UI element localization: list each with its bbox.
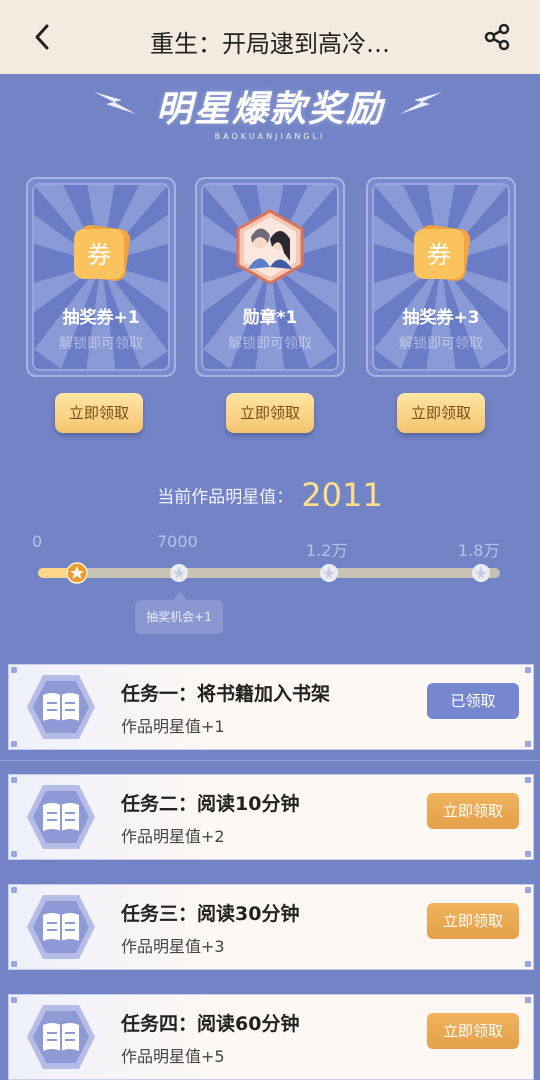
progress-tick: 1.8万 xyxy=(458,541,500,560)
claim-button-medal[interactable]: 立即领取 xyxy=(226,393,314,433)
task-claim-button[interactable]: 立即领取 xyxy=(427,903,519,939)
coupon-text: 券 xyxy=(87,241,111,269)
reward-hint: 解锁即可领取 xyxy=(399,336,483,352)
task-name: 任务四：阅读60分钟 xyxy=(121,1013,300,1035)
milestone-flower-icon xyxy=(170,564,188,582)
coupon-text: 券 xyxy=(427,241,451,269)
task-card: 任务二：阅读10分钟 作品明星值+2 立即领取 xyxy=(8,774,534,860)
task-reward: 作品明星值+2 xyxy=(121,827,225,846)
reward-card-medal: 勋章*1 解锁即可领取 xyxy=(195,177,345,377)
task-reward: 作品明星值+3 xyxy=(121,937,225,956)
lightning-right-icon xyxy=(400,92,442,114)
task-name: 任务三：阅读30分钟 xyxy=(121,903,300,925)
star-value-number: 2011 xyxy=(301,476,383,514)
page-title: 重生：开局逮到高冷… xyxy=(150,30,390,58)
coupon-icon: 券 xyxy=(74,225,131,281)
reward-hint: 解锁即可领取 xyxy=(228,336,312,352)
task-name: 任务一：将书籍加入书架 xyxy=(121,683,331,705)
coupon-icon: 券 xyxy=(414,225,471,281)
reward-card-coupon-1: 券 抽奖券+1 解锁即可领取 xyxy=(26,177,176,377)
milestone-flower-icon xyxy=(472,564,490,582)
divider xyxy=(0,760,540,761)
book-icon xyxy=(27,675,95,739)
top-bar: 重生：开局逮到高冷… xyxy=(0,0,540,74)
medal-icon xyxy=(236,209,304,285)
share-icon[interactable] xyxy=(482,22,512,52)
task-card: 任务三：阅读30分钟 作品明星值+3 立即领取 xyxy=(8,884,534,970)
task-card: 任务四：阅读60分钟 作品明星值+5 立即领取 xyxy=(8,994,534,1080)
book-icon xyxy=(27,895,95,959)
task-claim-button[interactable]: 立即领取 xyxy=(427,793,519,829)
claim-button-coupon-3[interactable]: 立即领取 xyxy=(397,393,485,433)
book-icon xyxy=(27,785,95,849)
reward-label: 勋章*1 xyxy=(242,308,298,328)
reward-hint: 解锁即可领取 xyxy=(59,336,143,352)
reward-label: 抽奖券+3 xyxy=(402,308,480,328)
reward-banner: 明星爆款奖励 BAOKUANJIANGLI xyxy=(0,74,540,164)
reward-label: 抽奖券+1 xyxy=(62,308,140,328)
milestone-flower-icon xyxy=(320,564,338,582)
star-value: 当前作品明星值： 2011 xyxy=(0,476,540,514)
task-claim-button[interactable]: 立即领取 xyxy=(427,1013,519,1049)
progress-tick: 0 xyxy=(32,532,43,551)
banner-title: 明星爆款奖励 xyxy=(155,89,384,130)
task-name: 任务二：阅读10分钟 xyxy=(121,793,300,815)
task-card: 任务一：将书籍加入书架 作品明星值+1 已领取 xyxy=(8,664,534,750)
claim-button-coupon-1[interactable]: 立即领取 xyxy=(55,393,143,433)
task-reward: 作品明星值+1 xyxy=(121,717,225,736)
progress-tick: 1.2万 xyxy=(306,541,348,560)
task-reward: 作品明星值+5 xyxy=(121,1047,225,1066)
banner-subtitle: BAOKUANJIANGLI xyxy=(214,132,326,141)
milestone-tooltip: 抽奖机会+1 xyxy=(135,592,223,634)
progress-tick: 7000 xyxy=(157,532,198,551)
progress-track xyxy=(38,568,500,578)
current-star-icon xyxy=(66,562,88,584)
star-value-label: 当前作品明星值： xyxy=(157,487,294,508)
book-icon xyxy=(27,1005,95,1069)
task-claimed-button[interactable]: 已领取 xyxy=(427,683,519,719)
reward-card-coupon-3: 券 抽奖券+3 解锁即可领取 xyxy=(366,177,516,377)
